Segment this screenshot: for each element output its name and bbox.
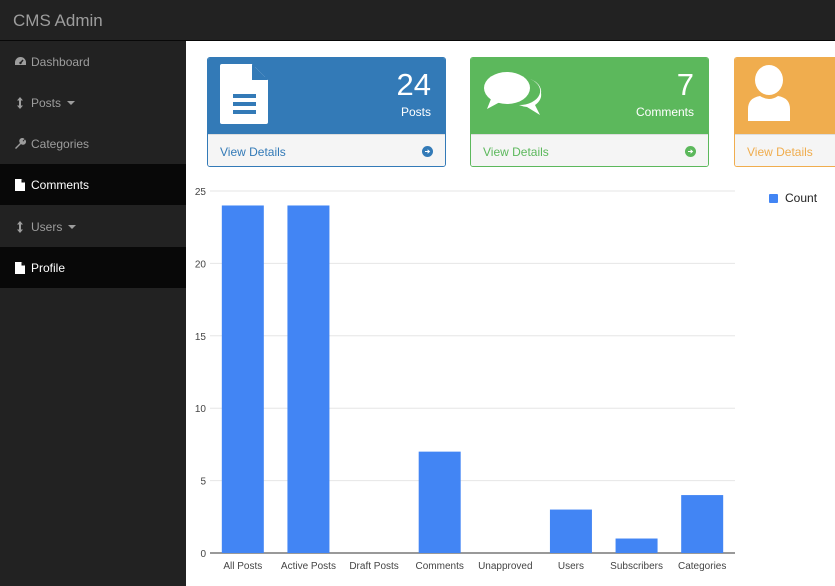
legend-label: Count xyxy=(785,191,818,205)
top-navbar: CMS Admin xyxy=(0,0,835,41)
bar xyxy=(681,495,724,553)
sidebar-item-label: Users xyxy=(31,219,63,234)
comments-count: 7 xyxy=(676,67,694,102)
x-tick-label: Active Posts xyxy=(281,561,336,572)
caret-down-icon xyxy=(67,100,76,105)
file-text-icon xyxy=(220,64,270,129)
posts-count: 24 xyxy=(396,67,431,102)
x-tick-label: Comments xyxy=(416,561,464,572)
arrow-circle-right-icon xyxy=(685,146,696,157)
bar xyxy=(287,205,330,554)
posts-panel-heading: 24 Posts xyxy=(208,58,445,134)
posts-view-details-link[interactable]: View Details xyxy=(208,134,445,166)
sidebar-item-label: Posts xyxy=(31,95,62,110)
y-tick-label: 10 xyxy=(195,404,207,415)
view-details-label: View Details xyxy=(747,145,813,159)
sidebar-item-label: Dashboard xyxy=(31,54,90,69)
sidebar-item-profile[interactable]: Profile xyxy=(0,247,186,288)
caret-down-icon xyxy=(68,224,77,229)
bar xyxy=(418,451,461,553)
dashboard-icon xyxy=(13,55,27,69)
sidebar: Dashboard Posts Categories Comments User… xyxy=(0,41,186,586)
users-panel-heading xyxy=(735,58,835,134)
y-tick-label: 0 xyxy=(200,549,206,560)
bar xyxy=(549,509,592,553)
x-tick-label: Categories xyxy=(678,561,726,572)
comments-panel: 7 Comments View Details xyxy=(470,57,709,167)
x-tick-label: All Posts xyxy=(223,561,262,572)
bar xyxy=(615,538,658,553)
x-tick-label: Subscribers xyxy=(610,561,663,572)
sort-icon xyxy=(13,96,27,110)
sidebar-item-posts[interactable]: Posts xyxy=(0,82,186,123)
chart-legend: Count xyxy=(769,191,817,205)
sidebar-item-dashboard[interactable]: Dashboard xyxy=(0,41,186,82)
view-details-label: View Details xyxy=(483,145,549,159)
user-icon xyxy=(746,65,792,126)
users-view-details-link[interactable]: View Details xyxy=(735,134,835,166)
sidebar-item-categories[interactable]: Categories xyxy=(0,123,186,164)
comments-panel-heading: 7 Comments xyxy=(471,58,708,134)
file-icon xyxy=(13,261,27,275)
x-tick-label: Users xyxy=(558,561,584,572)
sidebar-item-label: Comments xyxy=(31,177,90,192)
x-tick-label: Unapproved xyxy=(478,561,532,572)
bar xyxy=(221,205,264,554)
sidebar-item-label: Categories xyxy=(31,136,90,151)
sidebar-item-comments[interactable]: Comments xyxy=(0,164,186,205)
posts-label: Posts xyxy=(400,105,431,119)
comments-view-details-link[interactable]: View Details xyxy=(471,134,708,166)
sidebar-item-users[interactable]: Users xyxy=(0,206,186,247)
file-icon xyxy=(13,178,27,192)
comments-icon xyxy=(483,71,545,124)
sidebar-item-label: Profile xyxy=(31,260,66,275)
legend-swatch xyxy=(769,193,778,203)
brand-title[interactable]: CMS Admin xyxy=(13,11,103,31)
y-tick-label: 25 xyxy=(195,187,207,198)
y-tick-label: 15 xyxy=(195,332,207,343)
x-tick-label: Draft Posts xyxy=(349,561,398,572)
view-details-label: View Details xyxy=(220,145,286,159)
comments-label: Comments xyxy=(635,105,694,119)
count-bar-chart: 0 5 10 15 20 25 All Posts Active Posts Draft Pos… xyxy=(195,187,735,572)
y-tick-label: 5 xyxy=(200,477,206,488)
sort-icon xyxy=(13,220,27,234)
y-tick-label: 20 xyxy=(195,259,207,270)
users-panel: View Details xyxy=(734,57,835,167)
posts-panel: 24 Posts View Details xyxy=(207,57,446,167)
wrench-icon xyxy=(13,137,27,151)
arrow-circle-right-icon xyxy=(422,146,433,157)
